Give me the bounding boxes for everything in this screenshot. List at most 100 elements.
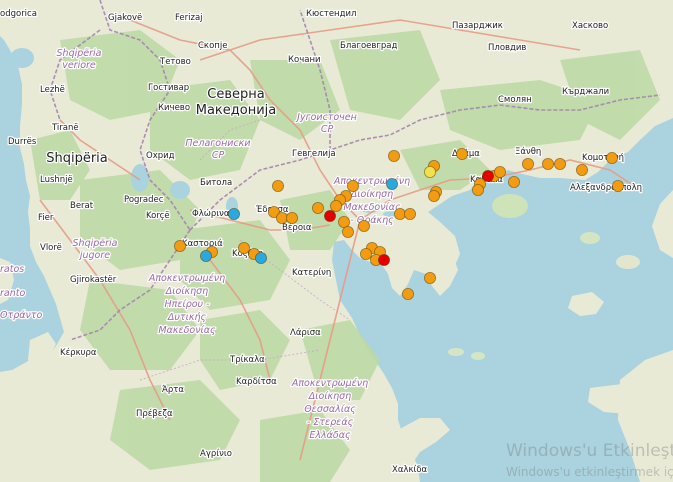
marker-orange[interactable] (311, 201, 324, 214)
region-label-shqiperia-jugore-line1: Shqipëria (73, 238, 118, 249)
marker-orange[interactable] (403, 207, 416, 220)
city-label: Πρέβεζα (136, 408, 173, 419)
city-label: Кочани (288, 55, 321, 65)
country-label-albania: Shqipëria (46, 151, 108, 166)
city-label: Гостивар (148, 83, 189, 93)
marker-orange[interactable] (427, 189, 440, 202)
lake-shkodra (10, 48, 34, 68)
marker-orange[interactable] (275, 211, 288, 224)
marker-orange[interactable] (271, 179, 284, 192)
city-label: Lushnjë (40, 175, 73, 185)
marker-orange[interactable] (359, 247, 372, 260)
city-label: Lezhë (40, 85, 65, 95)
svg-text:Αποκεντρωμένη: Αποκεντρωμένη (291, 378, 368, 389)
city-label: Хасково (572, 21, 608, 31)
marker-blue[interactable] (254, 251, 267, 264)
city-label: Ξάνθη (515, 147, 541, 157)
city-label: Λάρισα (290, 328, 321, 338)
region-label-shqiperia-veriore-line1: Shqipëria (57, 48, 102, 59)
city-label: Охрид (146, 151, 175, 161)
svg-text:- Θράκης: - Θράκης (350, 215, 394, 226)
marker-red[interactable] (323, 209, 336, 222)
marker-orange[interactable] (455, 147, 468, 160)
marker-blue[interactable] (385, 177, 398, 190)
city-label: Скопје (198, 41, 227, 51)
city-label: Αλεξανδρούπολη (570, 182, 642, 193)
marker-orange[interactable] (357, 219, 370, 232)
country-label-north-macedonia-line2: Македонија (196, 103, 277, 118)
city-label: Gjirokastër (70, 275, 117, 285)
region-label-yugoistochen-line2: СР (321, 124, 334, 135)
marker-orange[interactable] (493, 165, 506, 178)
city-label: Смолян (498, 95, 532, 105)
marker-orange[interactable] (346, 179, 359, 192)
marker-orange[interactable] (507, 175, 520, 188)
marker-orange[interactable] (606, 151, 619, 164)
svg-text:Διοίκηση: Διοίκηση (165, 286, 208, 297)
svg-text:Ελλάδας: Ελλάδας (309, 430, 351, 441)
marker-orange[interactable] (401, 287, 414, 300)
svg-text:ranto: ranto (0, 288, 25, 299)
region-label-shqiperia-jugore-line2: jugore (78, 250, 110, 261)
region-label-pelagonia-line1: Пелагониски (185, 138, 250, 149)
svg-text:Θεσσαλίας: Θεσσαλίας (304, 404, 356, 415)
city-label: Κατερίνη (292, 268, 331, 278)
city-label: Άρτα (162, 385, 184, 395)
city-label: Τρίκαλα (229, 355, 265, 365)
svg-text:Διοίκηση: Διοίκηση (308, 391, 351, 402)
city-label: Кърджали (562, 87, 609, 97)
windows-activation-watermark-subtitle: Windows'u etkinleştirmek için Ayarlar'a … (506, 465, 673, 479)
windows-activation-watermark-title: Windows'u Etkinleştir (506, 441, 673, 461)
lake-prespa (170, 181, 190, 199)
city-label: Tiranë (51, 123, 79, 133)
country-label-north-macedonia-line1: Северна (207, 87, 264, 102)
region-label-pelagonia-line2: СР (212, 150, 225, 161)
marker-orange[interactable] (542, 157, 555, 170)
marker-orange[interactable] (423, 271, 436, 284)
city-label: Φλώρινα (192, 208, 230, 219)
city-label: Korçë (146, 211, 170, 221)
marker-orange[interactable] (554, 157, 567, 170)
svg-text:Οτράντο: Οτράντο (0, 310, 43, 321)
marker-red[interactable] (377, 253, 390, 266)
city-label: Vlorë (40, 243, 62, 253)
marker-orange[interactable] (576, 163, 589, 176)
sporades-island-2 (471, 352, 485, 360)
city-label: odgorica (0, 9, 37, 19)
map-canvas[interactable]: Северна Македонија Shqipëria Пелагониски… (0, 0, 673, 482)
marker-orange[interactable] (329, 199, 342, 212)
marker-orange[interactable] (387, 149, 400, 162)
region-label-yugoistochen-line1: Југоисточен (295, 112, 357, 123)
city-label: Благоевград (340, 41, 397, 51)
city-label: Кичево (158, 103, 190, 113)
city-label: Fier (38, 213, 54, 223)
marker-orange[interactable] (522, 157, 535, 170)
city-label: Ferizaj (175, 13, 203, 23)
marker-orange[interactable] (285, 211, 298, 224)
svg-text:Μακεδονίας: Μακεδονίας (343, 202, 401, 213)
samothraki-island (580, 232, 600, 244)
marker-orange[interactable] (237, 241, 250, 254)
city-label: Тетово (159, 57, 191, 67)
marker-red[interactable] (481, 169, 494, 182)
marker-orange[interactable] (341, 225, 354, 238)
city-label: Гевгелија (292, 149, 336, 159)
svg-text:Αποκεντρωμένη: Αποκεντρωμένη (333, 176, 410, 187)
marker-blue[interactable] (227, 207, 240, 220)
svg-text:Δυτικής: Δυτικής (167, 312, 207, 323)
city-label: Καρδίτσα (236, 377, 277, 387)
marker-orange[interactable] (393, 207, 406, 220)
marker-orange[interactable] (173, 239, 186, 252)
marker-blue[interactable] (199, 249, 212, 262)
city-label: Berat (70, 201, 94, 211)
marker-yellow[interactable] (423, 165, 436, 178)
city-label: Пловдив (488, 43, 526, 53)
city-label: Αγρίνιο (200, 449, 232, 459)
marker-orange[interactable] (337, 215, 350, 228)
marker-orange[interactable] (471, 183, 484, 196)
city-label: Durrës (8, 137, 37, 147)
marker-orange[interactable] (612, 179, 625, 192)
city-label: Пазарджик (452, 21, 503, 31)
city-label: Καστοριά (182, 239, 223, 249)
svg-text:- Στερεάς: - Στερεάς (307, 417, 354, 428)
